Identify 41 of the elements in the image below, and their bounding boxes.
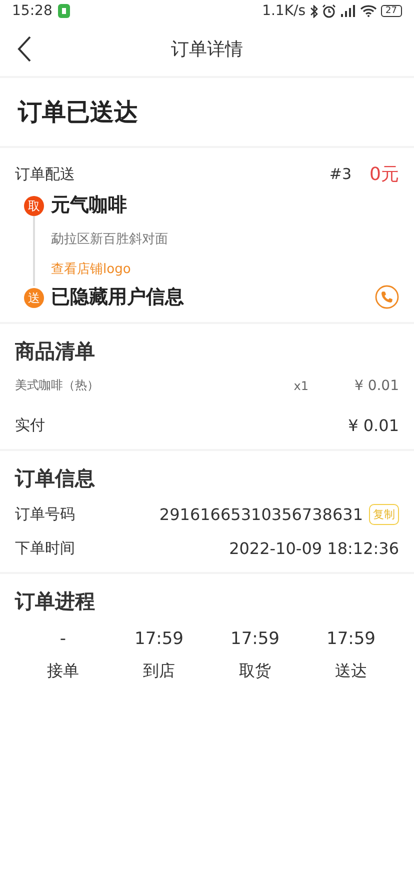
stop-name: 已隐藏用户信息: [51, 285, 184, 310]
item-name: 美式咖啡（热）: [15, 377, 99, 394]
step-label: 到店: [143, 661, 175, 682]
section-label: 订单配送: [15, 164, 75, 184]
step-time: 17:59: [134, 629, 184, 649]
section-title: 订单进程: [15, 588, 96, 615]
battery-indicator: 27: [380, 5, 402, 17]
order-number: #3: [329, 165, 352, 183]
step-time: -: [60, 629, 66, 649]
page-title: 订单详情: [171, 38, 243, 61]
step-time: 17:59: [230, 629, 280, 649]
step-time: 17:59: [326, 629, 376, 649]
order-status: 订单已送达: [16, 97, 138, 128]
info-label: 下单时间: [15, 538, 75, 558]
item-price: ¥ 0.01: [354, 378, 399, 394]
bluetooth-icon: [310, 4, 318, 18]
paid-label: 实付: [15, 416, 45, 435]
step-label: 接单: [47, 661, 79, 682]
item-quantity: x1: [294, 378, 308, 392]
step-label: 送达: [335, 661, 367, 682]
stop-badge: 送: [24, 288, 44, 308]
paid-amount: ¥ 0.01: [348, 416, 399, 435]
network-speed: 1.1K/s: [262, 3, 306, 19]
alarm-icon: [322, 4, 336, 18]
stop-badge: 取: [24, 196, 44, 216]
delivery-fee: 0元: [370, 163, 399, 186]
info-label: 订单号码: [15, 504, 75, 524]
section-title: 订单信息: [15, 465, 96, 492]
shield-icon: [58, 4, 70, 18]
wifi-icon: [360, 5, 377, 17]
store-logo-link[interactable]: 查看店铺logo: [51, 260, 399, 278]
back-icon[interactable]: [17, 36, 31, 62]
stop-address: 勐拉区新百胜斜对面: [51, 231, 169, 248]
section-title: 商品清单: [15, 338, 96, 365]
step-label: 取货: [239, 661, 271, 682]
stop-name: 元气咖啡: [51, 193, 127, 218]
copy-button[interactable]: 复制: [369, 504, 399, 524]
status-time: 15:28: [12, 3, 52, 19]
info-value: 2022-10-09 18:12:36: [229, 538, 399, 558]
info-value: 29161665310356738631: [159, 504, 363, 524]
signal-icon: [340, 5, 356, 17]
